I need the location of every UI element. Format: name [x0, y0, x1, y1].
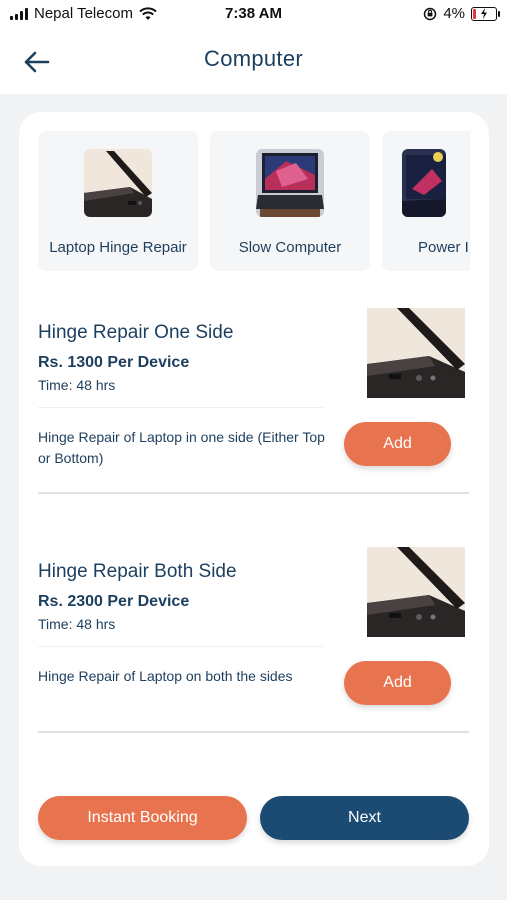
add-button[interactable]: Add: [344, 661, 451, 705]
service-price: Rs. 2300 Per Device: [38, 593, 190, 610]
service-title: Hinge Repair One Side: [38, 322, 234, 343]
laptop-screen-photo: [256, 149, 324, 217]
divider: [38, 492, 469, 494]
next-button[interactable]: Next: [260, 796, 469, 840]
service-description: Hinge Repair of Laptop in one side (Eith…: [38, 429, 325, 466]
service-time: Time: 48 hrs: [38, 616, 116, 632]
battery-icon: [471, 6, 500, 21]
service-time: Time: 48 hrs: [38, 377, 116, 393]
orientation-lock-icon: [424, 7, 437, 20]
status-bar: Nepal Telecom 7:38 AM 4%: [0, 0, 507, 30]
gaming-laptop-photo: [402, 149, 446, 217]
laptop-hinge-photo: [84, 149, 152, 217]
battery-level: [473, 8, 476, 19]
instant-booking-button[interactable]: Instant Booking: [38, 796, 247, 840]
category-power-issue[interactable]: Power I: [382, 131, 470, 271]
app-header: Computer: [0, 30, 507, 94]
service-item: Hinge Repair One Side Rs. 1300 Per Devic…: [38, 308, 469, 497]
service-title: Hinge Repair Both Side: [38, 561, 237, 582]
charging-bolt-icon: [481, 8, 487, 19]
add-button[interactable]: Add: [344, 422, 451, 466]
divider: [38, 646, 323, 647]
category-label: Slow Computer: [238, 239, 342, 256]
action-bar: Instant Booking Next: [38, 796, 469, 840]
service-price: Rs. 1300 Per Device: [38, 354, 190, 371]
laptop-hinge-photo: [367, 547, 465, 637]
category-slow-computer[interactable]: Slow Computer: [210, 131, 370, 271]
services-card: Laptop Hinge Repair Slow Computer Power …: [19, 112, 489, 866]
category-carousel[interactable]: Laptop Hinge Repair Slow Computer Power …: [38, 131, 470, 273]
category-laptop-hinge-repair[interactable]: Laptop Hinge Repair: [38, 131, 198, 271]
service-item: Hinge Repair Both Side Rs. 2300 Per Devi…: [38, 547, 469, 736]
laptop-hinge-photo: [367, 308, 465, 398]
page-title: Computer: [204, 46, 303, 71]
status-right: 4%: [423, 5, 500, 22]
divider: [38, 407, 323, 408]
divider: [38, 731, 469, 733]
category-label: Power I: [418, 239, 469, 256]
service-description: Hinge Repair of Laptop on both the sides: [38, 668, 293, 684]
battery-percent: 4%: [443, 5, 465, 22]
category-label: Laptop Hinge Repair: [49, 239, 187, 256]
